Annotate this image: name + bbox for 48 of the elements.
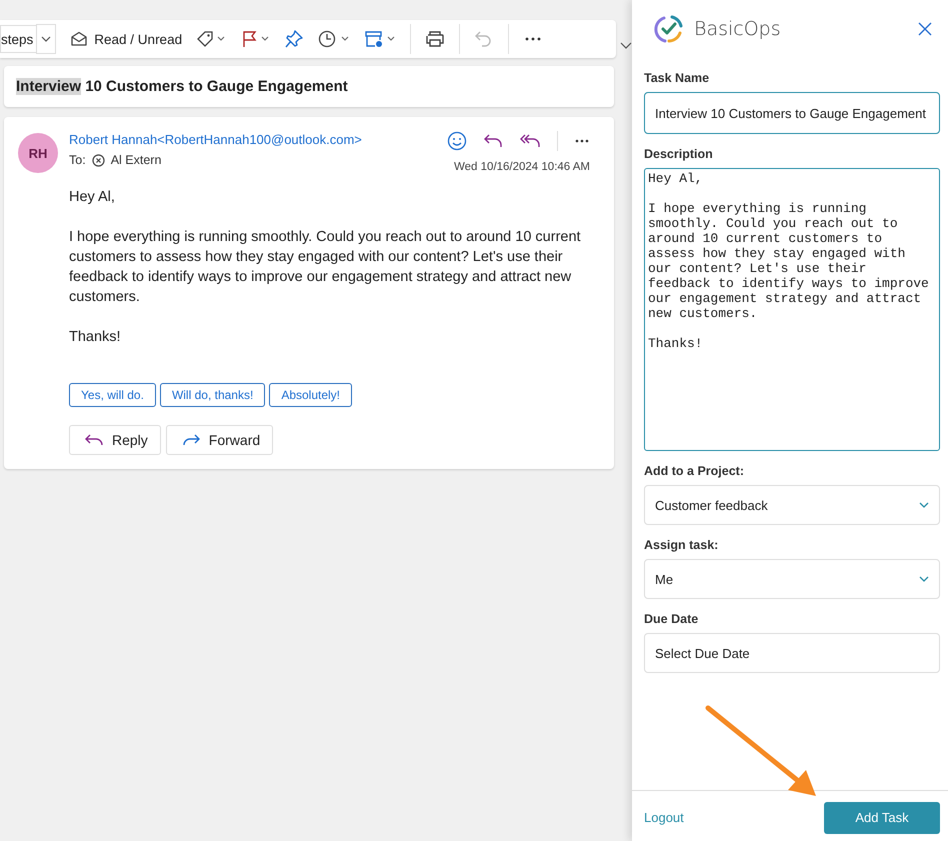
reply-icon[interactable] xyxy=(483,133,503,149)
suggested-reply-button[interactable]: Will do, thanks! xyxy=(160,383,266,407)
chevron-down-icon xyxy=(919,576,929,582)
envelope-icon xyxy=(70,31,88,47)
email-paragraph: I hope everything is running smoothly. Could you reach out to around 10 current customers to assess how they stay engaged with our content? Let's use their feedback to identify ways to improve our engagement strategy and attract new customers. xyxy=(69,228,582,307)
suggested-reply-button[interactable]: Yes, will do. xyxy=(69,383,156,407)
field-label: Task Name xyxy=(644,71,710,85)
field-label: Due Date xyxy=(644,612,700,626)
email-paragraph: Hey Al, xyxy=(69,188,116,207)
field-label: Assign task: xyxy=(644,538,720,552)
add-task-button[interactable]: Add Task xyxy=(824,802,940,834)
email-paragraph: Thanks! xyxy=(69,328,122,347)
chevron-down-icon[interactable] xyxy=(620,42,632,50)
forward-button[interactable]: Forward xyxy=(166,425,274,455)
email-subject: Interview 10 Customers to Gauge Engagement xyxy=(16,78,349,95)
steps-dropdown[interactable]: steps xyxy=(0,25,36,53)
date-field[interactable]: Select Due Date xyxy=(644,633,940,673)
select-value: Me xyxy=(655,572,674,586)
reply-icon xyxy=(84,432,104,448)
suggested-reply-button[interactable]: Absolutely! xyxy=(269,383,352,407)
print-icon[interactable] xyxy=(425,30,446,48)
logo-icon xyxy=(654,14,684,44)
clock-icon[interactable] xyxy=(318,30,350,48)
field-label: Add to a Project: xyxy=(644,464,746,478)
field-label: Description xyxy=(644,147,714,161)
brand-name: BasicOps xyxy=(694,18,782,40)
logout-link[interactable]: Logout xyxy=(644,810,684,825)
archive-settings-icon[interactable] xyxy=(364,30,396,48)
read-unread-button[interactable]: Read / Unread xyxy=(70,31,182,47)
forward-icon xyxy=(180,432,201,448)
sender-name[interactable]: Robert Hannah<RobertHannah100@outlook.com> xyxy=(69,132,447,147)
chevron-down-icon xyxy=(919,502,929,508)
description-field[interactable]: Hey Al, I hope everything is running smoothly. Could you reach out to around 10 current customers to assess how they stay engaged with our content? Let's use their feedback to identify ways to improve our engagement strategy and attract new customers. Thanks! xyxy=(644,168,940,451)
close-icon[interactable] xyxy=(918,22,932,36)
remove-icon[interactable] xyxy=(92,154,105,166)
reply-button[interactable]: Reply xyxy=(69,425,161,455)
task-name-field[interactable]: Interview 10 Customers to Gauge Engagement xyxy=(644,92,940,134)
avatar: RH xyxy=(18,133,58,173)
emoji-icon[interactable] xyxy=(447,131,467,151)
select-field[interactable]: Me xyxy=(644,559,940,599)
email-date: Wed 10/16/2024 10:46 AM xyxy=(454,161,590,173)
select-field[interactable]: Customer feedback xyxy=(644,485,940,525)
pin-icon[interactable] xyxy=(284,30,304,48)
reply-all-icon[interactable] xyxy=(519,133,541,149)
tag-icon[interactable] xyxy=(196,30,226,48)
select-value: Customer feedback xyxy=(655,498,768,512)
to-label: To: xyxy=(69,153,86,167)
recipient: Al Extern xyxy=(110,153,162,167)
